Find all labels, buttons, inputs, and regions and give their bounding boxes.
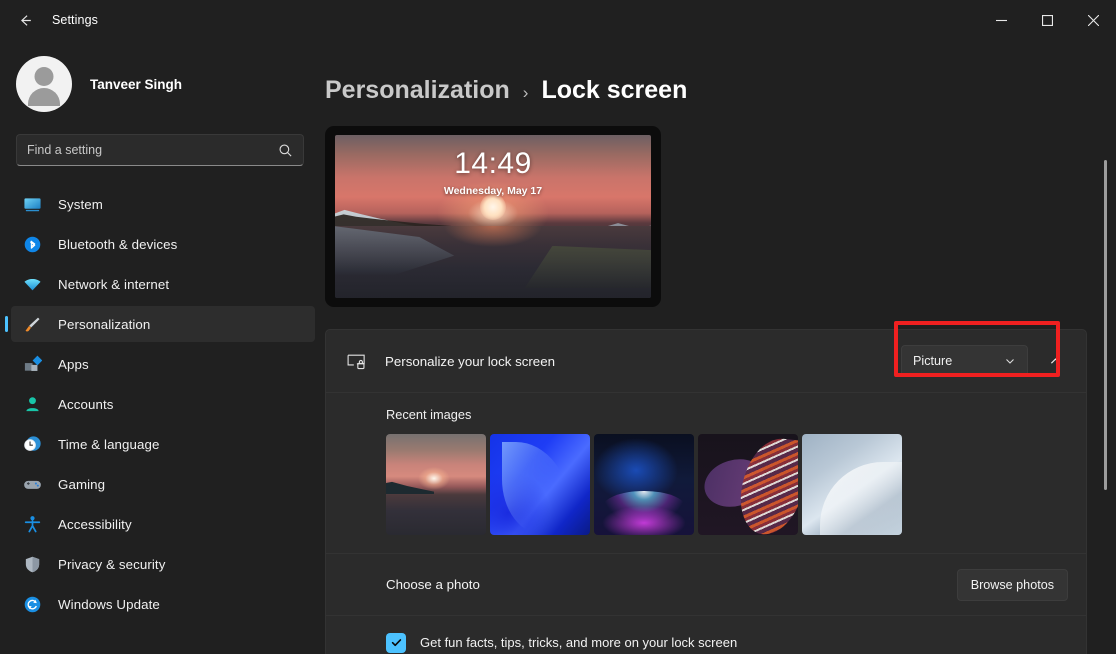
search-input[interactable]	[27, 143, 278, 157]
sidebar-item-personalization[interactable]: Personalization	[11, 306, 315, 342]
sidebar-item-time-language[interactable]: Time & language	[11, 426, 315, 462]
sidebar-item-label: Network & internet	[58, 276, 170, 292]
page-title: Lock screen	[541, 76, 688, 104]
preview-sun	[480, 193, 506, 220]
sidebar-item-system[interactable]: System	[11, 186, 315, 222]
avatar-head	[34, 67, 54, 86]
brush-icon	[22, 314, 42, 334]
avatar	[16, 56, 72, 112]
network-icon	[22, 274, 42, 294]
sidebar-item-label: Gaming	[58, 476, 106, 492]
recent-images-section: Recent images	[326, 392, 1086, 553]
apps-icon	[22, 354, 42, 374]
sidebar-item-label: System	[58, 196, 103, 212]
recent-images-list	[386, 434, 1068, 535]
lock-screen-preview: 14:49 Wednesday, May 17	[325, 126, 661, 307]
sidebar: Tanveer Singh Find a setting System Blue…	[0, 40, 320, 654]
maximize-button[interactable]	[1024, 0, 1070, 40]
breadcrumb-parent[interactable]: Personalization	[325, 76, 510, 105]
sidebar-item-accessibility[interactable]: Accessibility	[11, 506, 315, 542]
close-button[interactable]	[1070, 0, 1116, 40]
account-block[interactable]: Tanveer Singh	[0, 40, 320, 116]
account-name: Tanveer Singh	[90, 76, 183, 92]
sidebar-item-network-internet[interactable]: Network & internet	[11, 266, 315, 302]
sidebar-nav: System Bluetooth & devices Network & int…	[0, 186, 320, 622]
sidebar-item-windows-update[interactable]: Windows Update	[11, 586, 315, 622]
neon-orb-thumbnail[interactable]	[594, 434, 694, 535]
window-controls	[978, 0, 1116, 40]
shield-icon	[22, 554, 42, 574]
sidebar-item-apps[interactable]: Apps	[11, 346, 315, 382]
personalize-controls: Picture	[901, 345, 1068, 377]
fun-facts-row[interactable]: Get fun facts, tips, tricks, and more on…	[326, 615, 1086, 654]
choose-photo-row: Choose a photo Browse photos	[326, 553, 1086, 615]
breadcrumb: Personalization › Lock screen	[325, 76, 1086, 105]
preview-clock: 14:49	[454, 147, 532, 180]
search-box[interactable]	[16, 134, 304, 166]
chevron-down-icon	[1004, 355, 1016, 367]
window-title: Settings	[52, 13, 98, 27]
clock-icon	[22, 434, 42, 454]
gamepad-icon	[22, 474, 42, 494]
sidebar-item-label: Accounts	[58, 396, 114, 412]
sunset-lake-thumbnail[interactable]	[386, 434, 486, 535]
preview-wallpaper: 14:49 Wednesday, May 17	[335, 135, 651, 298]
sidebar-item-gaming[interactable]: Gaming	[11, 466, 315, 502]
preview-date: Wednesday, May 17	[443, 185, 543, 197]
title-bar: Settings	[0, 0, 1116, 40]
minimize-button[interactable]	[978, 0, 1024, 40]
fun-facts-checkbox[interactable]	[386, 632, 406, 653]
accessibility-icon	[22, 514, 42, 534]
personalize-card: Personalize your lock screen Picture Rec…	[325, 329, 1087, 654]
recent-images-title: Recent images	[386, 407, 472, 422]
personalize-row[interactable]: Personalize your lock screen Picture	[326, 330, 1086, 392]
fun-facts-label: Get fun facts, tips, tricks, and more on…	[420, 635, 738, 650]
sidebar-item-label: Bluetooth & devices	[58, 236, 178, 252]
sidebar-item-label: Windows Update	[58, 596, 160, 612]
window-body: Tanveer Singh Find a setting System Blue…	[0, 40, 1116, 654]
sidebar-item-label: Apps	[58, 356, 89, 372]
avatar-shoulders	[28, 88, 60, 106]
system-icon	[22, 194, 42, 214]
sidebar-item-label: Time & language	[58, 436, 160, 452]
screen-lock-icon	[344, 349, 368, 373]
purple-ribbon-thumbnail[interactable]	[698, 434, 798, 535]
lock-screen-type-dropdown[interactable]: Picture	[901, 345, 1028, 377]
sidebar-item-bluetooth-devices[interactable]: Bluetooth & devices	[11, 226, 315, 262]
settings-window: Settings Tanveer Singh Find a setting Sy…	[0, 0, 1116, 654]
personalize-label: Personalize your lock screen	[385, 353, 555, 369]
update-icon	[22, 594, 42, 614]
chevron-right-icon: ›	[522, 83, 529, 102]
search-icon	[278, 143, 293, 158]
light-flow-thumbnail[interactable]	[802, 434, 902, 535]
scrollbar-thumb[interactable]	[1104, 160, 1107, 490]
back-button[interactable]	[8, 6, 42, 34]
sidebar-item-label: Privacy & security	[58, 556, 166, 572]
dropdown-value: Picture	[913, 354, 953, 368]
accounts-icon	[22, 394, 42, 414]
blue-bloom-thumbnail[interactable]	[490, 434, 590, 535]
sidebar-item-accounts[interactable]: Accounts	[11, 386, 315, 422]
main-pane: Personalization › Lock screen 14:49 Wedn…	[320, 40, 1116, 654]
sidebar-item-privacy-security[interactable]: Privacy & security	[11, 546, 315, 582]
browse-photos-button[interactable]: Browse photos	[956, 568, 1068, 601]
bluetooth-icon	[22, 234, 42, 254]
collapse-expander-button[interactable]	[1042, 348, 1068, 374]
sidebar-item-label: Personalization	[58, 316, 151, 332]
sidebar-item-label: Accessibility	[58, 516, 132, 532]
choose-photo-label: Choose a photo	[386, 577, 480, 592]
main-scrollbar[interactable]	[1100, 82, 1112, 654]
